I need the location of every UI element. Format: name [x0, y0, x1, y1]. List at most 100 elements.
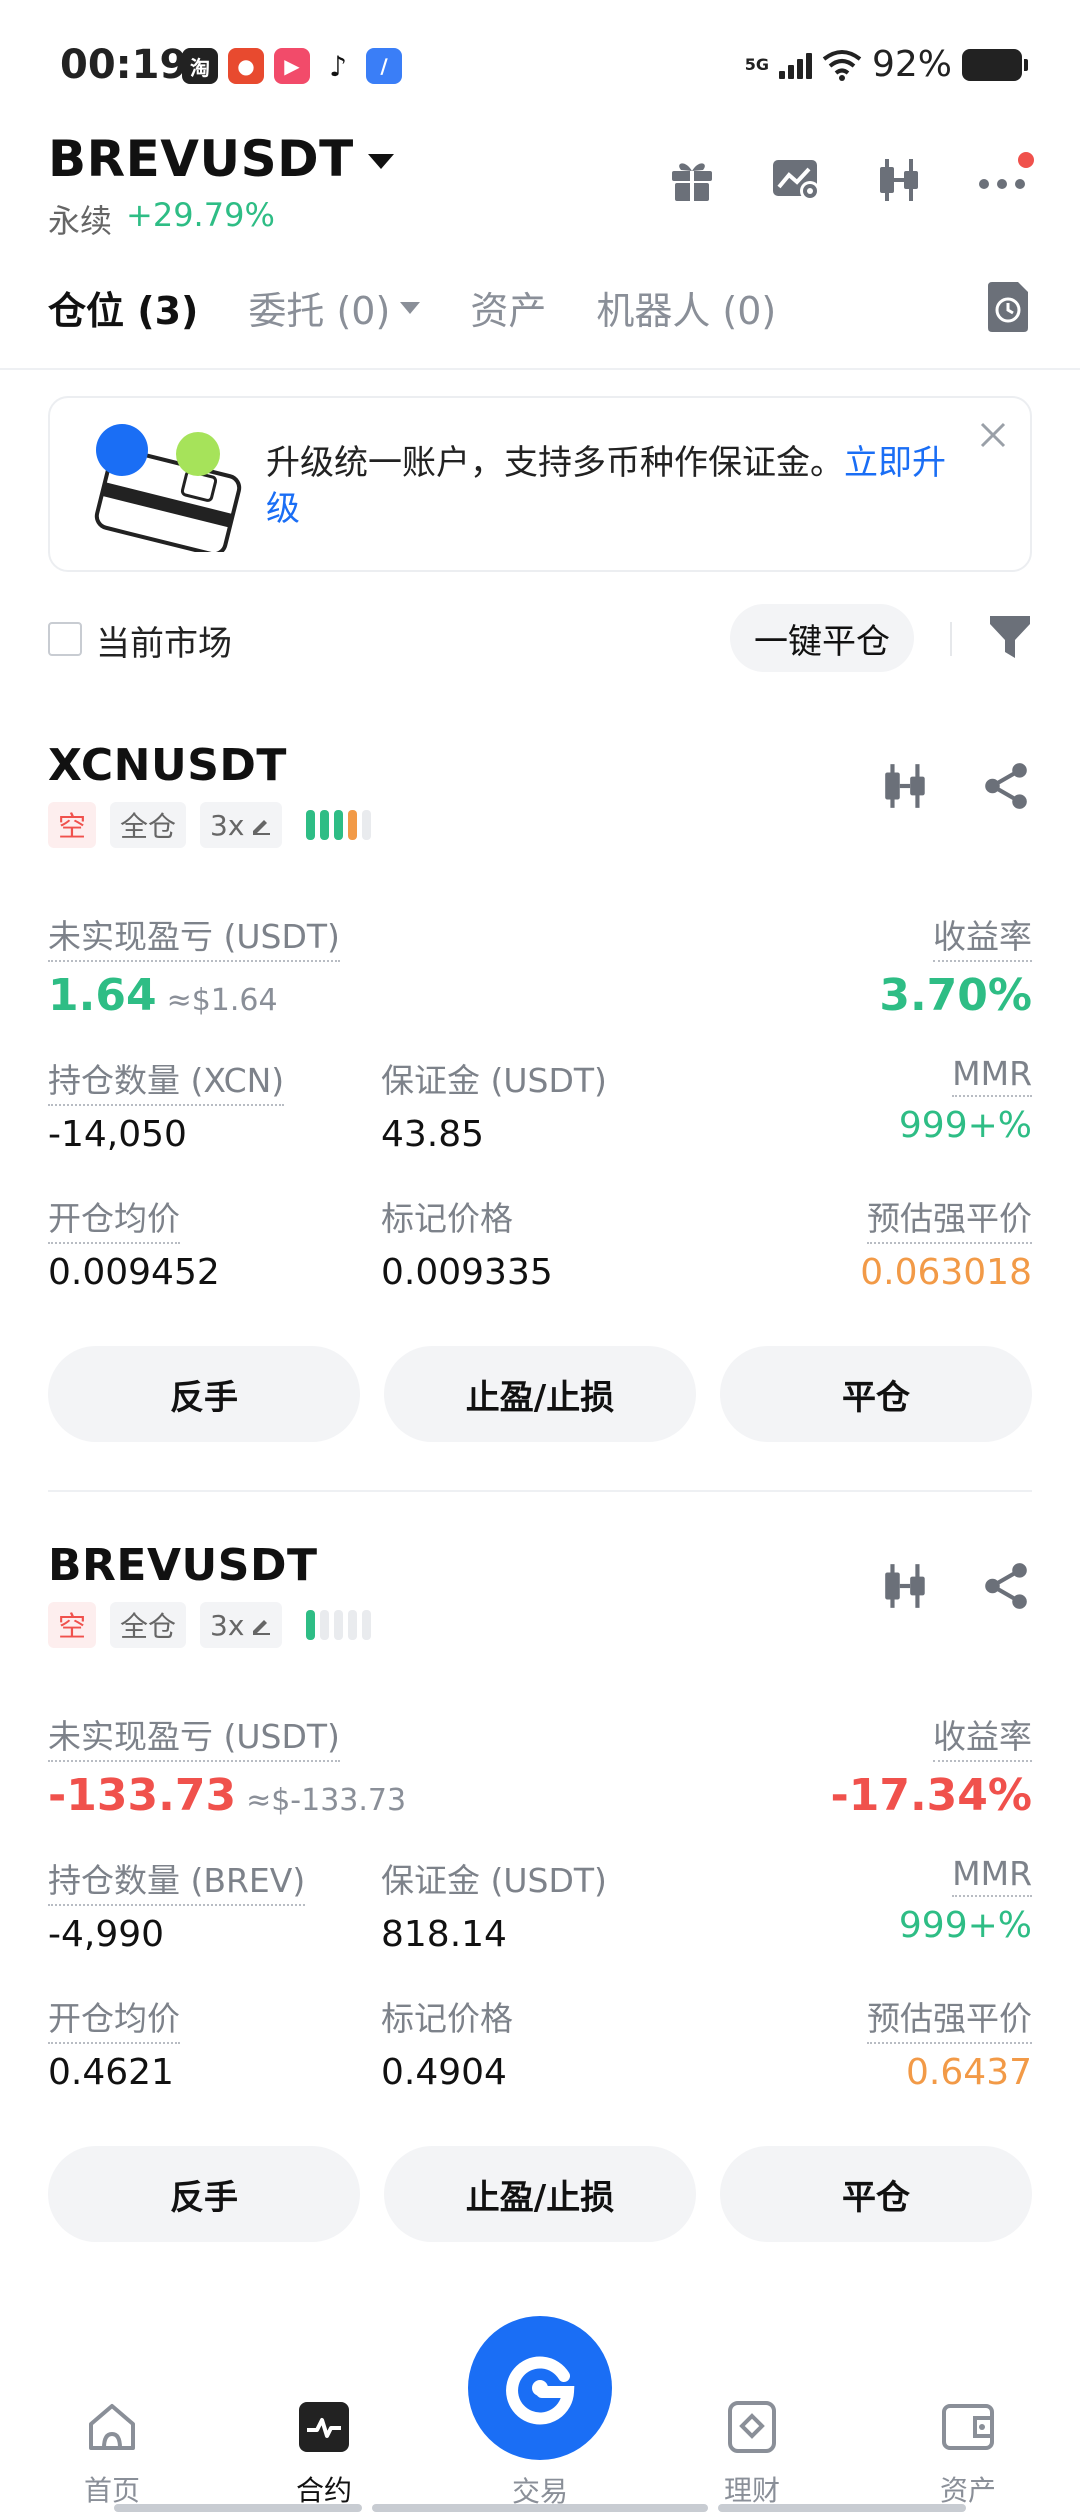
- tiktok-icon: ♪: [320, 48, 356, 84]
- roe-label[interactable]: 收益率: [933, 910, 1032, 962]
- leverage-badge[interactable]: 3x: [200, 802, 283, 848]
- futures-icon: [299, 2402, 349, 2452]
- mmr-value: 999+%: [898, 1105, 1032, 1146]
- position-tags: 空 全仓 3x: [48, 1602, 372, 1648]
- mmr-label[interactable]: MMR: [952, 1854, 1032, 1897]
- leverage-badge[interactable]: 3x: [200, 1602, 283, 1648]
- size-field: 持仓数量 (BREV) -4,990: [48, 1854, 306, 1955]
- position-symbol[interactable]: BREVUSDT: [48, 1540, 317, 1591]
- entry-price-label[interactable]: 开仓均价: [48, 1192, 180, 1244]
- mark-price-label: 标记价格: [381, 1999, 513, 2038]
- size-label[interactable]: 持仓数量 (BREV): [48, 1854, 306, 1906]
- entry-price-label[interactable]: 开仓均价: [48, 1992, 180, 2044]
- share-icon[interactable]: [980, 760, 1032, 812]
- network-type: 5G: [744, 54, 769, 74]
- tpsl-button[interactable]: 止盈/止损: [384, 2146, 696, 2242]
- symbol-selector[interactable]: BREVUSDT: [48, 130, 394, 188]
- reverse-button[interactable]: 反手: [48, 2146, 360, 2242]
- close-icon[interactable]: [978, 420, 1008, 450]
- trade-icon: [506, 2356, 575, 2425]
- liq-price-label[interactable]: 预估强平价: [867, 1992, 1032, 2044]
- nav-label: 理财: [723, 2474, 780, 2507]
- adl-bar: [334, 1610, 344, 1640]
- divider: [48, 1490, 1032, 1492]
- tab-bots[interactable]: 机器人 (0): [596, 280, 776, 335]
- tab-orders[interactable]: 委托 (0): [248, 280, 421, 335]
- position-actions: [880, 1560, 1032, 1612]
- wifi-icon: [822, 49, 862, 81]
- position-actions: [880, 760, 1032, 812]
- candlestick-icon[interactable]: [880, 760, 932, 812]
- nav-earn[interactable]: 理财: [682, 2400, 822, 2509]
- margin-value: 818.14: [381, 1914, 507, 1955]
- nav-label: 合约: [295, 2474, 352, 2507]
- unrealized-pnl-field: 未实现盈亏 (USDT) -133.73 ≈$-133.73: [48, 1710, 406, 1821]
- size-value: -14,050: [48, 1114, 187, 1155]
- liq-price-label[interactable]: 预估强平价: [867, 1192, 1032, 1244]
- mmr-field: MMR 999+%: [899, 1054, 1032, 1146]
- header: BREVUSDT 永续 +29.79%: [0, 130, 1080, 250]
- adl-indicator: [306, 1610, 372, 1640]
- mmr-label[interactable]: MMR: [952, 1054, 1032, 1097]
- battery-percent: 92%: [871, 44, 952, 85]
- close-position-button[interactable]: 平仓: [720, 1346, 1032, 1442]
- nav-futures[interactable]: 合约: [254, 2400, 394, 2509]
- app-red-icon: ●: [228, 48, 264, 84]
- gesture-bar: [718, 2504, 966, 2512]
- size-label[interactable]: 持仓数量 (XCN): [48, 1054, 285, 1106]
- candlestick-icon[interactable]: [872, 152, 928, 208]
- position-tags: 空 全仓 3x: [48, 802, 372, 848]
- entry-price-value: 0.009452: [48, 1252, 220, 1293]
- signal-icon: [778, 51, 812, 79]
- earn-icon: [728, 2401, 776, 2453]
- position-card: XCNUSDT 空 全仓 3x 未实现盈亏 (USDT) 1.64 ≈$1.64 …: [48, 740, 1032, 1460]
- adl-bar: [362, 810, 372, 840]
- liq-price-value: 0.6437: [906, 2052, 1032, 2093]
- unrealized-pnl-label[interactable]: 未实现盈亏 (USDT): [48, 1710, 340, 1762]
- trade-button[interactable]: [468, 2316, 612, 2460]
- nav-home[interactable]: 首页: [42, 2400, 182, 2509]
- adl-bar: [362, 1610, 372, 1640]
- current-market-label[interactable]: 当前市场: [96, 616, 232, 665]
- edit-icon: [253, 1620, 271, 1635]
- roe-label[interactable]: 收益率: [933, 1710, 1032, 1762]
- share-icon[interactable]: [980, 1560, 1032, 1612]
- roe-field: 收益率 -17.34%: [830, 1710, 1032, 1821]
- adl-bar: [306, 810, 316, 840]
- upgrade-banner[interactable]: 升级统一账户，支持多币种作保证金。立即升级: [48, 396, 1032, 572]
- more-icon[interactable]: [976, 152, 1034, 208]
- liq-price-field: 预估强平价 0.063018: [860, 1192, 1032, 1293]
- mark-price-label: 标记价格: [381, 1199, 513, 1238]
- candlestick-icon[interactable]: [880, 1560, 932, 1612]
- unrealized-pnl-label[interactable]: 未实现盈亏 (USDT): [48, 910, 340, 962]
- nav-label: 资产: [939, 2474, 996, 2507]
- tab-positions[interactable]: 仓位 (3): [48, 280, 198, 335]
- adl-bar: [320, 1610, 330, 1640]
- side-badge: 空: [48, 802, 97, 848]
- gift-icon[interactable]: [664, 152, 720, 208]
- nav-assets[interactable]: 资产: [898, 2400, 1038, 2509]
- current-market-checkbox[interactable]: [48, 622, 82, 656]
- chart-settings-icon[interactable]: [768, 152, 824, 208]
- size-field: 持仓数量 (XCN) -14,050: [48, 1054, 285, 1155]
- tpsl-button[interactable]: 止盈/止损: [384, 1346, 696, 1442]
- liq-price-value: 0.063018: [860, 1252, 1032, 1293]
- position-symbol[interactable]: XCNUSDT: [48, 740, 287, 791]
- notification-dot: [1018, 152, 1034, 168]
- filter-icon[interactable]: [988, 612, 1032, 662]
- home-icon: [89, 2404, 135, 2450]
- status-time: 00:19: [60, 42, 188, 88]
- tab-assets[interactable]: 资产: [470, 280, 546, 335]
- mark-price-field: 标记价格 0.4904: [381, 1992, 513, 2093]
- reverse-button[interactable]: 反手: [48, 1346, 360, 1442]
- history-icon[interactable]: [984, 280, 1032, 334]
- close-all-button[interactable]: 一键平仓: [730, 604, 914, 672]
- position-card: BREVUSDT 空 全仓 3x 未实现盈亏 (USDT) -133.73 ≈$-…: [48, 1540, 1032, 2260]
- adl-indicator: [306, 810, 372, 840]
- margin-value: 43.85: [381, 1114, 485, 1155]
- mark-price-field: 标记价格 0.009335: [381, 1192, 553, 1293]
- entry-price-value: 0.4621: [48, 2052, 174, 2093]
- header-actions: [664, 152, 1034, 208]
- unrealized-pnl-field: 未实现盈亏 (USDT) 1.64 ≈$1.64: [48, 910, 340, 1021]
- close-position-button[interactable]: 平仓: [720, 2146, 1032, 2242]
